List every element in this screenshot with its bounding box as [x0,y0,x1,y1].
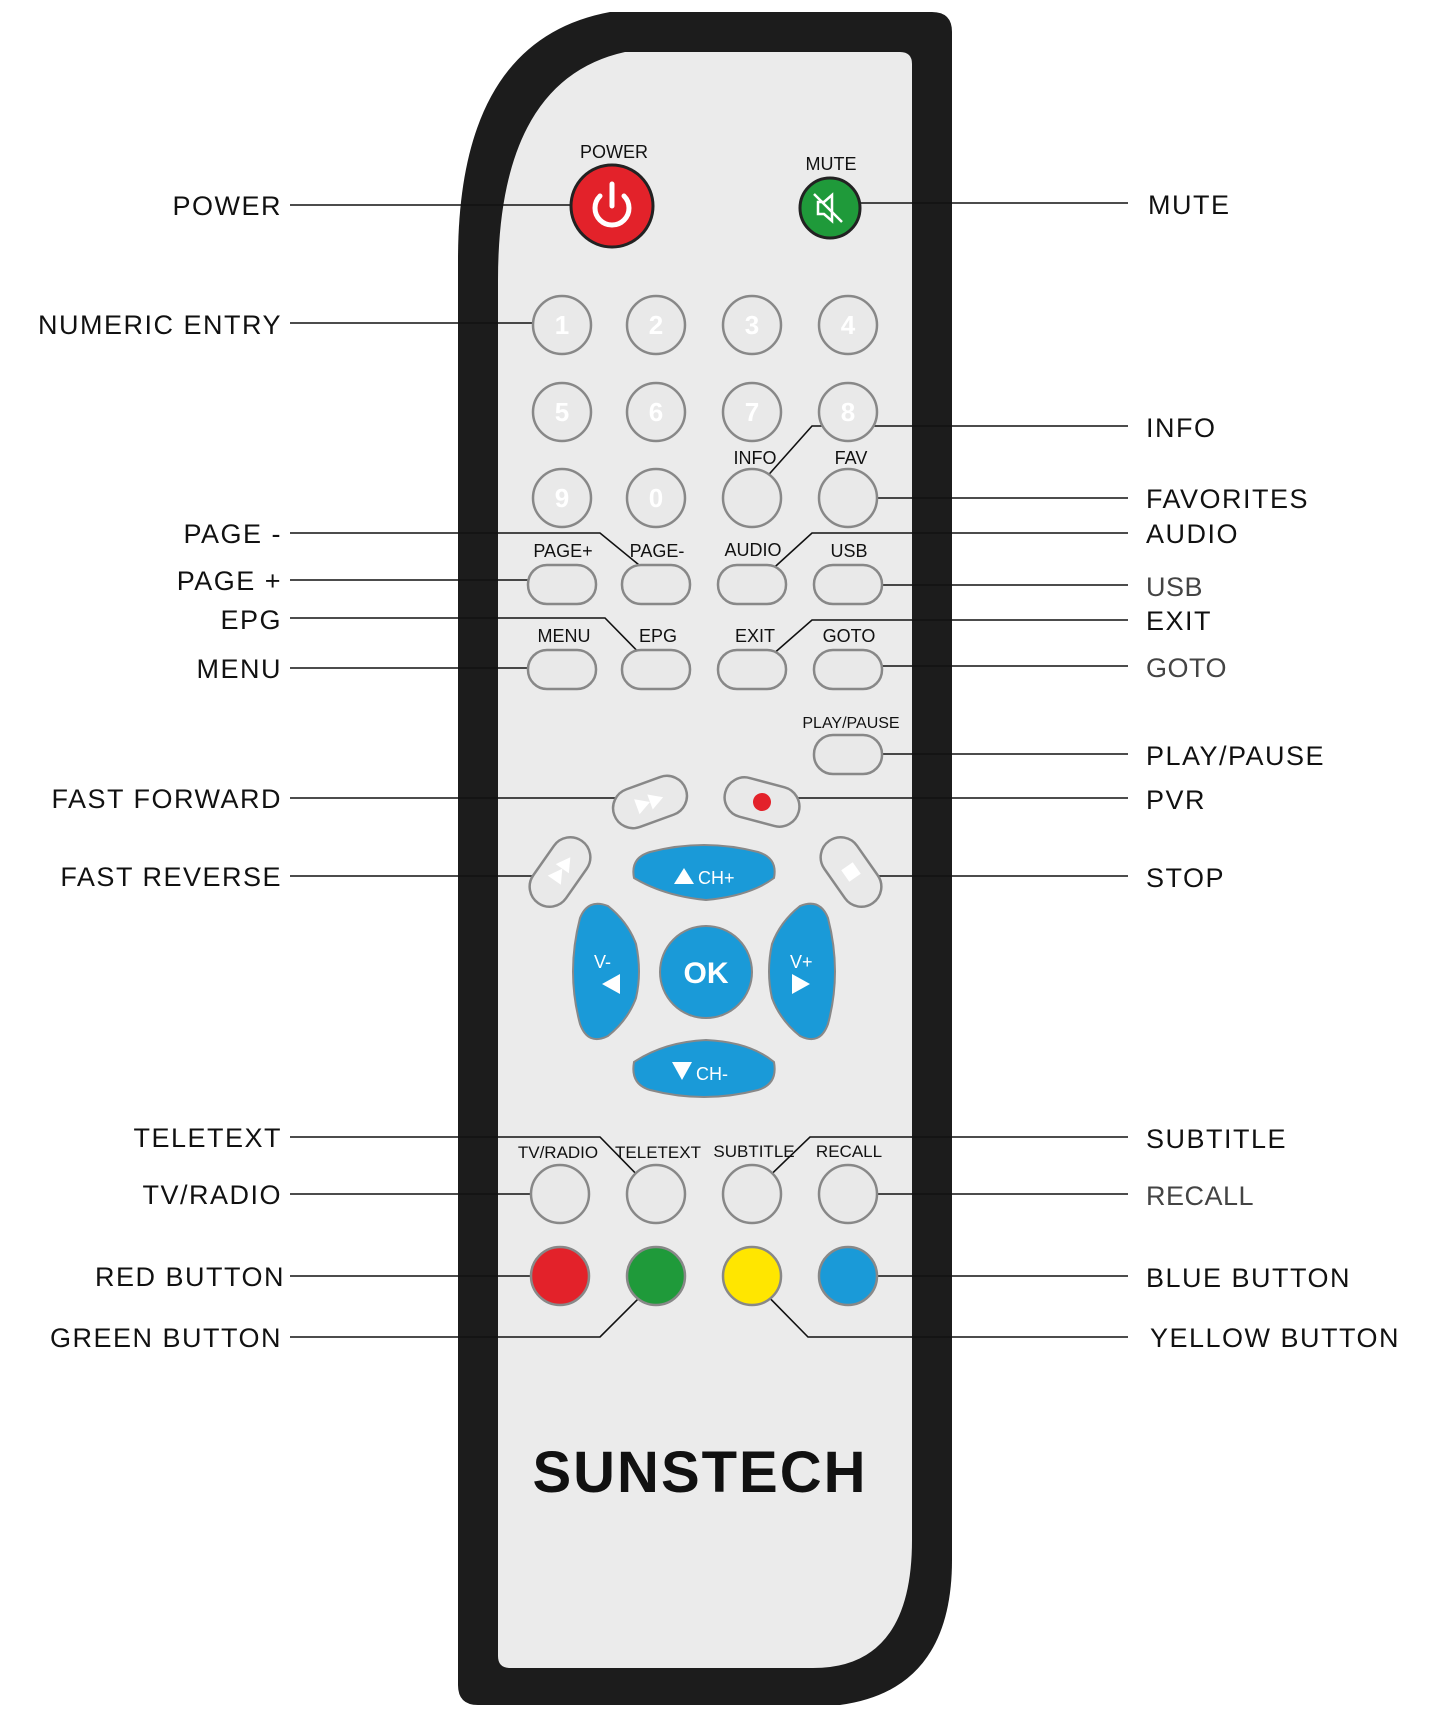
callout-epg: EPG [220,605,282,635]
green-button[interactable] [625,1245,687,1307]
subtitle-label: SUBTITLE [713,1142,794,1161]
digit-button-3[interactable]: 3 [721,294,783,356]
page-minus-button[interactable] [620,563,692,606]
svg-text:V-: V- [594,952,611,972]
svg-text:9: 9 [555,483,569,513]
callout-menu: MENU [197,654,283,684]
info-button-label: INFO [734,448,777,468]
svg-text:5: 5 [555,397,569,427]
callout-recall: RECALL [1146,1181,1254,1211]
svg-text:7: 7 [745,397,759,427]
callout-red-button: RED BUTTON [95,1262,285,1292]
mute-button-label: MUTE [806,154,857,174]
yellow-button[interactable] [721,1245,783,1307]
epg-label: EPG [639,626,677,646]
svg-text:CH-: CH- [696,1064,728,1084]
fav-button[interactable] [817,467,879,529]
audio-label: AUDIO [724,540,781,560]
svg-text:8: 8 [841,397,855,427]
callout-yellow-button: YELLOW BUTTON [1150,1323,1400,1353]
page-plus-button[interactable] [526,563,598,606]
svg-text:3: 3 [745,310,759,340]
callout-blue-button: BLUE BUTTON [1146,1263,1351,1293]
callout-favorites: FAVORITES [1146,484,1309,514]
tv-radio-label: TV/RADIO [518,1143,598,1162]
digit-button-2[interactable]: 2 [625,294,687,356]
recall-label: RECALL [816,1142,882,1161]
digit-button-5[interactable]: 5 [531,381,593,443]
digit-button-9[interactable]: 9 [531,467,593,529]
svg-text:OK: OK [684,957,729,990]
svg-text:CH+: CH+ [698,868,735,888]
callout-mute: MUTE [1148,190,1231,220]
callout-subtitle: SUBTITLE [1146,1124,1287,1154]
digit-button-0[interactable]: 0 [625,467,687,529]
fav-button-label: FAV [835,448,868,468]
svg-text:4: 4 [841,310,856,340]
svg-text:2: 2 [649,310,663,340]
play-pause-button[interactable] [812,733,884,776]
exit-button[interactable] [716,648,788,691]
callout-teletext: TELETEXT [133,1123,282,1153]
menu-button[interactable] [526,648,598,691]
callout-numeric-entry: NUMERIC ENTRY [38,310,282,340]
callout-green-button: GREEN BUTTON [50,1323,282,1353]
callout-exit: EXIT [1146,606,1212,636]
callout-tv-radio: TV/RADIO [142,1180,282,1210]
digit-button-1[interactable]: 1 [531,294,593,356]
callout-fast-forward: FAST FORWARD [51,784,282,814]
usb-label: USB [830,541,867,561]
ok-button[interactable]: OK [659,925,753,1019]
exit-label: EXIT [735,626,775,646]
menu-label: MENU [538,626,591,646]
remote-control-diagram: POWER NUMERIC ENTRY PAGE - PAGE + EPG ME… [0,0,1429,1714]
callout-info: INFO [1146,413,1217,443]
usb-button[interactable] [812,563,884,606]
callout-goto: GOTO [1146,653,1227,683]
callout-usb: USB [1146,572,1203,602]
audio-button[interactable] [716,563,788,606]
info-button[interactable] [721,467,783,529]
callout-play-pause: PLAY/PAUSE [1146,741,1325,771]
digit-button-8[interactable]: 8 [817,381,879,443]
teletext-label: TELETEXT [615,1143,701,1162]
digit-button-7[interactable]: 7 [721,381,783,443]
callout-labels-right: MUTE INFO FAVORITES AUDIO USB EXIT GOTO … [1146,190,1400,1353]
callout-labels-left: POWER NUMERIC ENTRY PAGE - PAGE + EPG ME… [38,191,285,1353]
svg-text:0: 0 [649,483,663,513]
blue-button[interactable] [817,1245,879,1307]
teletext-button[interactable] [625,1163,687,1225]
tv-radio-button[interactable] [529,1163,591,1225]
play-pause-label: PLAY/PAUSE [802,715,899,732]
page-minus-label: PAGE- [630,541,685,561]
svg-text:V+: V+ [790,952,813,972]
red-button[interactable] [529,1245,591,1307]
recall-button[interactable] [817,1163,879,1225]
power-button-label: POWER [580,142,648,162]
callout-audio: AUDIO [1146,519,1239,549]
callout-power: POWER [172,191,282,221]
svg-text:1: 1 [555,310,569,340]
callout-fast-reverse: FAST REVERSE [60,862,282,892]
svg-text:6: 6 [649,397,663,427]
callout-page-minus: PAGE - [183,519,282,549]
page-plus-label: PAGE+ [533,541,592,561]
power-button[interactable] [569,163,655,249]
callout-stop: STOP [1146,863,1225,893]
goto-label: GOTO [823,626,876,646]
digit-button-6[interactable]: 6 [625,381,687,443]
epg-button[interactable] [620,648,692,691]
callout-page-plus: PAGE + [177,566,282,596]
callout-pvr: PVR [1146,785,1206,815]
mute-button[interactable] [798,176,862,240]
goto-button[interactable] [812,648,884,691]
subtitle-button[interactable] [721,1163,783,1225]
remote-svg: POWER NUMERIC ENTRY PAGE - PAGE + EPG ME… [38,12,1400,1705]
digit-button-4[interactable]: 4 [817,294,879,356]
brand-logo: SUNSTECH [532,1440,867,1505]
